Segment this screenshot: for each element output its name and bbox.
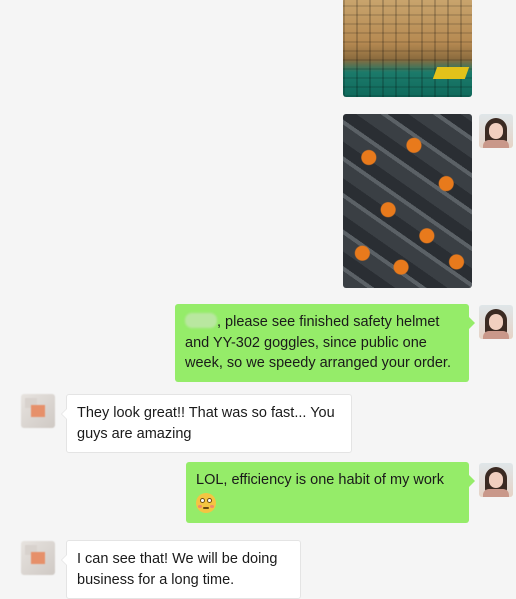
message-line: LOL, efficiency is one habit of my work bbox=[196, 472, 444, 488]
blush-emoji-icon bbox=[196, 492, 216, 513]
yellow-pallet-jack bbox=[432, 67, 470, 79]
redacted-name bbox=[185, 313, 217, 328]
message-bubble-outgoing[interactable]: , please see finished safety helmet and … bbox=[175, 304, 475, 382]
contact-avatar[interactable] bbox=[21, 541, 55, 575]
message-bubble-incoming[interactable]: They look great!! That was so fast... Yo… bbox=[61, 394, 352, 453]
message-bubble-outgoing[interactable]: LOL, efficiency is one habit of my work bbox=[186, 462, 475, 523]
message-line: They look great!! That was so fast... Yo… bbox=[77, 405, 335, 421]
my-avatar[interactable] bbox=[479, 463, 513, 497]
contact-avatar[interactable] bbox=[21, 394, 55, 428]
message-line: and YY-302 goggles, since public one bbox=[185, 334, 427, 351]
message-line: week, so we speedy arranged your order. bbox=[185, 355, 451, 371]
message-line: I can see that! We will be doing bbox=[77, 551, 278, 567]
my-avatar[interactable] bbox=[479, 114, 513, 148]
message-line: guys are amazing bbox=[77, 425, 192, 442]
packaged-goggles-photo[interactable] bbox=[343, 114, 472, 288]
message-bubble-incoming[interactable]: I can see that! We will be doing busines… bbox=[61, 540, 301, 599]
warehouse-boxes-photo[interactable] bbox=[343, 0, 472, 97]
message-line: , please see finished safety helmet bbox=[185, 312, 459, 333]
message-line: business for a long time. bbox=[77, 571, 235, 588]
my-avatar[interactable] bbox=[479, 305, 513, 339]
message-line bbox=[196, 491, 459, 516]
